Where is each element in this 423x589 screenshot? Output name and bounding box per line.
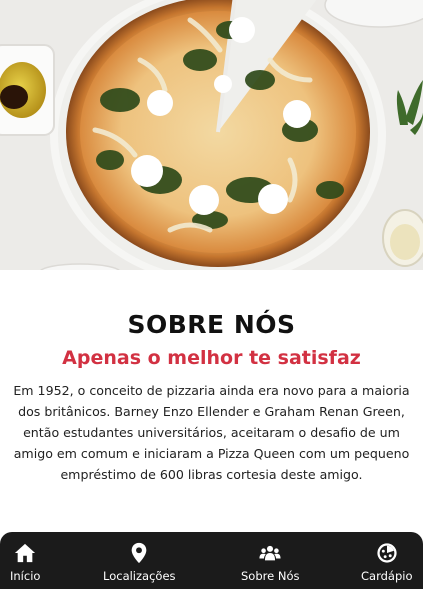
pizza-icon <box>377 543 397 563</box>
map-pin-icon <box>131 542 147 564</box>
bottom-navigation: Início Localizações Sobre Nós Cardápio <box>0 532 423 589</box>
nav-item-cardapio[interactable]: Cardápio <box>361 542 412 583</box>
nav-item-sobre-nos[interactable]: Sobre Nós <box>241 542 299 583</box>
nav-label-inicio: Início <box>10 569 41 583</box>
pizza-illustration <box>0 0 423 270</box>
home-icon <box>15 543 36 563</box>
page-title: SOBRE NÓS <box>127 310 296 339</box>
hero-pizza-image <box>0 0 423 270</box>
nav-label-cardapio: Cardápio <box>361 569 413 583</box>
nav-item-localizacoes[interactable]: Localizações <box>103 542 176 583</box>
section-subtitle: Apenas o melhor te satisfaz <box>62 347 361 369</box>
nav-item-inicio[interactable]: Início <box>10 542 40 583</box>
about-paragraph: Em 1952, o conceito de pizzaria ainda er… <box>13 383 410 482</box>
nav-label-localizacoes: Localizações <box>103 569 176 583</box>
nav-label-sobre-nos: Sobre Nós <box>241 569 300 583</box>
users-icon <box>259 545 281 561</box>
about-section: SOBRE NÓS Apenas o melhor te satisfaz Em… <box>0 270 423 532</box>
